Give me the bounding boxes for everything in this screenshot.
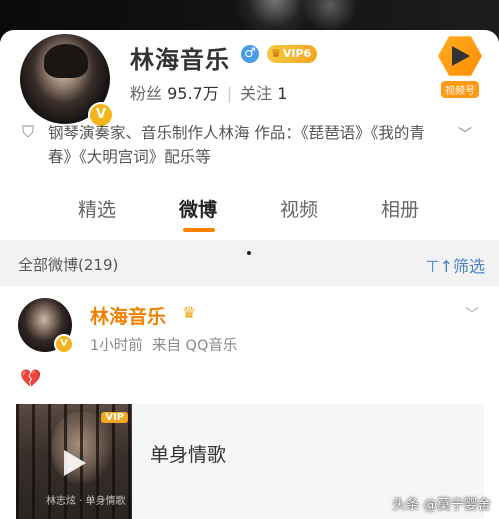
video-channel-button[interactable]: 视频号 [432, 34, 488, 98]
crown-icon: ♛ [271, 47, 281, 60]
cover-vip-badge: VIP [101, 412, 128, 423]
filter-icon: ⊤↑ [425, 257, 453, 276]
stats-divider: | [226, 84, 233, 103]
play-icon[interactable] [64, 450, 86, 476]
shield-icon: ⛉ [22, 122, 35, 141]
profile-tabs: 精选 微博 视频 相册 [0, 190, 499, 234]
profile-stats: 粉丝 95.7万 | 关注 1 [130, 80, 287, 104]
all-posts-label[interactable]: 全部微博(219) [18, 254, 118, 275]
tab-albums[interactable]: 相册 [381, 195, 419, 222]
album-cover: VIP 林志炫 · 单身情歌 [16, 404, 132, 519]
post-source[interactable]: 来自 QQ音乐 [152, 338, 237, 354]
fans-count[interactable]: 粉丝 95.7万 [130, 84, 219, 103]
filter-button[interactable]: ⊤↑筛选 [426, 253, 485, 277]
post-time: 1小时前 [90, 338, 143, 354]
post-card: V 林海音乐 ♛ 1小时前 来自 QQ音乐 ﹀ 💔 VIP 林志炫 · 单身情歌… [0, 286, 499, 519]
profile-avatar-frame[interactable]: V [16, 30, 114, 128]
song-title: 单身情歌 [150, 444, 227, 466]
video-channel-label: 视频号 [441, 81, 479, 98]
cover-text: 林志炫 · 单身情歌 [46, 496, 126, 507]
male-icon: ♂ [241, 45, 259, 63]
chevron-down-icon[interactable]: ﹀ [465, 304, 479, 324]
play-icon [452, 46, 470, 66]
following-label: 关注 [240, 84, 273, 103]
tab-videos[interactable]: 视频 [280, 195, 318, 222]
filter-label: 筛选 [452, 257, 485, 276]
tab-weibo[interactable]: 微博 [179, 195, 217, 222]
avatar-hair [44, 44, 88, 78]
following-count[interactable]: 关注 1 [240, 84, 287, 103]
crown-icon: ♛ [181, 303, 197, 322]
post-verified-badge-icon: V [54, 334, 74, 354]
profile-name: 林海音乐 [130, 46, 230, 74]
following-value: 1 [277, 84, 288, 103]
fans-value: 95.7万 [167, 84, 219, 103]
post-author-name[interactable]: 林海音乐 [90, 302, 166, 329]
video-channel-icon [438, 36, 482, 76]
vip-level: VIP6 [282, 47, 312, 60]
broken-heart-icon: 💔 [20, 369, 42, 389]
active-tab-indicator [183, 228, 215, 232]
fans-label: 粉丝 [130, 84, 163, 103]
filter-bar: 全部微博(219) ⊤↑筛选 [0, 240, 499, 286]
profile-bio: 钢琴演奏家、音乐制作人林海 作品：《琵琶语》《我的青春》《大明宫词》配乐等 [48, 124, 425, 166]
chevron-down-icon[interactable]: ﹀ [458, 124, 478, 144]
scroll-dot [247, 251, 251, 255]
vip-badge[interactable]: ♛ VIP6 [267, 45, 318, 63]
tab-featured[interactable]: 精选 [78, 195, 116, 222]
post-meta: 1小时前 来自 QQ音乐 [90, 334, 237, 355]
watermark: 头条 @莫宁婴舍 [392, 497, 491, 513]
